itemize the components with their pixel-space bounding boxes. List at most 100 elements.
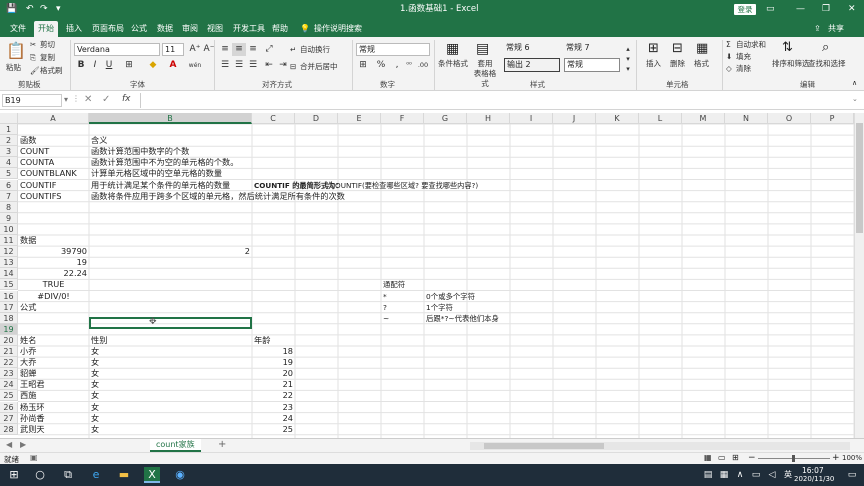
cell-g18[interactable]: 后跟*?~代表他们本身 <box>424 313 499 324</box>
close-icon[interactable]: ✕ <box>848 3 856 16</box>
notifications-icon[interactable]: ▭ <box>844 467 860 483</box>
copy-button[interactable]: 复制 <box>40 53 55 63</box>
cell-a12[interactable]: 39790 <box>18 246 89 257</box>
zoom-slider[interactable] <box>758 455 830 462</box>
worksheet-grid[interactable]: ABCDEFGHIJKLMNOP 1 2 3 4 5 6 7 8 9 10 11 12 13 14 15 16… <box>0 113 854 438</box>
clear-icon[interactable]: ◇ <box>726 64 732 74</box>
name-box[interactable]: B19 <box>2 94 62 107</box>
column-header-C[interactable]: C <box>252 113 295 124</box>
increase-font-icon[interactable]: A⁺ <box>188 43 202 56</box>
style-normal[interactable]: 常规 <box>564 58 620 72</box>
cell-g16[interactable]: 0个或多个字符 <box>424 291 475 302</box>
cell-a26[interactable]: 杨玉环 <box>18 402 45 413</box>
row-header-18[interactable]: 18 <box>0 312 18 324</box>
delete-cells-icon[interactable]: ⊟ <box>672 41 683 56</box>
select-all-corner[interactable] <box>0 113 18 124</box>
fill-button[interactable]: 填充 <box>736 52 751 62</box>
cell-b20[interactable]: 性别 <box>89 335 107 346</box>
row-header-12[interactable]: 12 <box>0 246 18 258</box>
cell-e6[interactable]: =COUNTIF(要检查哪些区域? 要查找哪些内容?) <box>322 180 478 191</box>
row-header-6[interactable]: 6 <box>0 179 18 191</box>
conditional-format-icon[interactable]: ▦ <box>446 41 459 57</box>
cell-b4[interactable]: 函数计算范围中不为空的单元格的个数。 <box>89 157 238 168</box>
tab-help[interactable]: 帮助 <box>270 21 290 37</box>
row-header-3[interactable]: 3 <box>0 146 18 158</box>
column-header-B[interactable]: B <box>89 113 252 124</box>
column-header-P[interactable]: P <box>811 113 854 124</box>
tray-up-icon[interactable]: ∧ <box>732 467 748 483</box>
cell-a27[interactable]: 孙尚香 <box>18 413 45 424</box>
style-output-2[interactable]: 输出 2 <box>504 58 560 72</box>
fill-color-icon[interactable]: ◆ <box>146 59 160 72</box>
zoom-out-button[interactable]: − <box>748 453 756 463</box>
wrap-text-button[interactable]: 自动换行 <box>300 45 330 55</box>
tab-file[interactable]: 文件 <box>8 21 28 37</box>
bold-button[interactable]: B <box>74 59 88 72</box>
align-middle-icon[interactable]: ≡ <box>232 43 246 56</box>
find-select-button[interactable]: 查找和选择 <box>808 59 846 69</box>
autosum-icon[interactable]: Σ <box>726 40 731 50</box>
row-header-1[interactable]: 1 <box>0 124 18 136</box>
merge-icon[interactable]: ⊟ <box>290 62 296 72</box>
align-right-icon[interactable]: ☰ <box>246 59 260 72</box>
row-header-9[interactable]: 9 <box>0 212 18 224</box>
row-header-5[interactable]: 5 <box>0 168 18 180</box>
row-header-28[interactable]: 28 <box>0 423 18 435</box>
cell-c20[interactable]: 年龄 <box>252 335 270 346</box>
column-header-F[interactable]: F <box>381 113 424 124</box>
cell-b28[interactable]: 女 <box>89 424 99 435</box>
cell-a14[interactable]: 22.24 <box>18 268 89 279</box>
edge-icon[interactable]: e <box>88 467 104 483</box>
delete-cells-button[interactable]: 删除 <box>670 59 685 69</box>
cell-a23[interactable]: 貂蝉 <box>18 368 36 379</box>
prev-sheet-icon[interactable]: ◀ <box>6 440 12 449</box>
vertical-scrollbar[interactable] <box>854 113 864 438</box>
row-header-23[interactable]: 23 <box>0 368 18 380</box>
zoom-level[interactable]: 100% <box>842 454 862 462</box>
network-icon[interactable]: ▭ <box>748 467 764 483</box>
cell-a20[interactable]: 姓名 <box>18 335 36 346</box>
add-sheet-button[interactable]: + <box>218 439 226 450</box>
percent-button[interactable]: % <box>374 59 388 72</box>
taskbar-time[interactable]: 16:07 <box>802 466 824 475</box>
column-header-M[interactable]: M <box>682 113 725 124</box>
cell-c26[interactable]: 23 <box>252 402 295 413</box>
orientation-icon[interactable]: ⤢ <box>262 43 276 56</box>
currency-icon[interactable]: ⊞ <box>356 59 370 72</box>
cell-c28[interactable]: 25 <box>252 424 295 435</box>
paste-icon[interactable]: 📋 <box>6 41 26 60</box>
cell-a3[interactable]: COUNT <box>18 146 49 157</box>
tab-page-layout[interactable]: 页面布局 <box>90 21 126 37</box>
cell-b25[interactable]: 女 <box>89 390 99 401</box>
italic-button[interactable]: I <box>88 59 102 72</box>
row-header-14[interactable]: 14 <box>0 268 18 280</box>
insert-cells-button[interactable]: 插入 <box>646 59 661 69</box>
column-header-L[interactable]: L <box>639 113 682 124</box>
app-taskbar-icon[interactable]: ◉ <box>172 467 188 483</box>
cell-f17[interactable]: ? <box>381 302 387 313</box>
file-explorer-icon[interactable]: ▬ <box>116 467 132 483</box>
cell-a6[interactable]: COUNTIF <box>18 180 56 191</box>
indent-increase-icon[interactable]: ⇥ <box>276 59 290 72</box>
align-bottom-icon[interactable]: ≡ <box>246 43 260 56</box>
column-header-H[interactable]: H <box>467 113 510 124</box>
format-painter-button[interactable]: 格式刷 <box>40 66 63 76</box>
column-header-E[interactable]: E <box>338 113 381 124</box>
cell-a11[interactable]: 数据 <box>18 235 36 246</box>
row-header-27[interactable]: 27 <box>0 412 18 424</box>
row-header-20[interactable]: 20 <box>0 334 18 346</box>
cell-c22[interactable]: 19 <box>252 357 295 368</box>
login-button[interactable]: 登录 <box>734 4 756 15</box>
share-button[interactable]: 共享 <box>826 21 846 37</box>
vertical-scroll-thumb[interactable] <box>856 123 863 233</box>
clear-button[interactable]: 清除 <box>736 64 751 74</box>
cell-f18[interactable]: ~ <box>381 313 389 324</box>
cut-icon[interactable]: ✂ <box>30 40 36 50</box>
quick-access-dropdown-icon[interactable]: ▾ <box>56 3 61 16</box>
cell-b24[interactable]: 女 <box>89 379 99 390</box>
cell-c25[interactable]: 22 <box>252 390 295 401</box>
row-header-7[interactable]: 7 <box>0 190 18 202</box>
row-header-15[interactable]: 15 <box>0 279 18 291</box>
column-header-J[interactable]: J <box>553 113 596 124</box>
normal-view-icon[interactable]: ▦ <box>704 453 712 462</box>
